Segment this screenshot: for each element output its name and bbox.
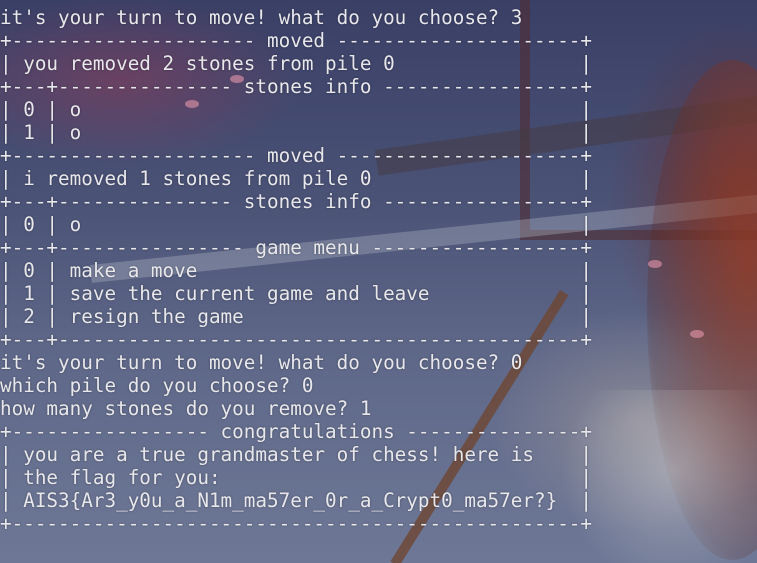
stones-row-pile-0: | 0 | o |	[0, 213, 593, 236]
box-border-congratulations: +----------------- congratulations -----…	[0, 420, 593, 443]
terminal-output[interactable]: it's your turn to move! what do you choo…	[0, 6, 592, 535]
stones-row-pile-1: | 1 | o |	[0, 121, 593, 144]
congrats-message: | you are a true grandmaster of chess! h…	[0, 443, 593, 466]
menu-option-save-leave: | 1 | save the current game and leave |	[0, 282, 593, 305]
menu-option-resign: | 2 | resign the game |	[0, 305, 593, 328]
menu-option-make-move: | 0 | make a move |	[0, 259, 593, 282]
prompt-choose-pile: which pile do you choose? 0	[0, 374, 314, 397]
box-border-moved: +--------------------- moved -----------…	[0, 29, 593, 52]
prompt-stone-count: how many stones do you remove? 1	[0, 397, 372, 420]
box-border-game-menu: +---+---------------- game menu --------…	[0, 236, 593, 259]
move-message-you: | you removed 2 stones from pile 0 |	[0, 52, 593, 75]
box-border-moved: +--------------------- moved -----------…	[0, 144, 593, 167]
stones-row-pile-0: | 0 | o |	[0, 98, 593, 121]
box-border-bottom: +---------------------------------------…	[0, 512, 593, 535]
prompt-choose-action: it's your turn to move! what do you choo…	[0, 351, 523, 374]
flag-text: | AIS3{Ar3_y0u_a_N1m_ma57er_0r_a_Crypt0_…	[0, 489, 593, 512]
background-petal	[690, 330, 704, 338]
background-petal	[648, 260, 662, 268]
congrats-message: | the flag for you: |	[0, 466, 593, 489]
move-message-computer: | i removed 1 stones from pile 0 |	[0, 167, 593, 190]
box-border-bottom: +---+-----------------------------------…	[0, 328, 593, 351]
box-border-stones-info: +---+--------------- stones info -------…	[0, 75, 593, 98]
prompt-choose-action: it's your turn to move! what do you choo…	[0, 6, 523, 29]
box-border-stones-info: +---+--------------- stones info -------…	[0, 190, 593, 213]
